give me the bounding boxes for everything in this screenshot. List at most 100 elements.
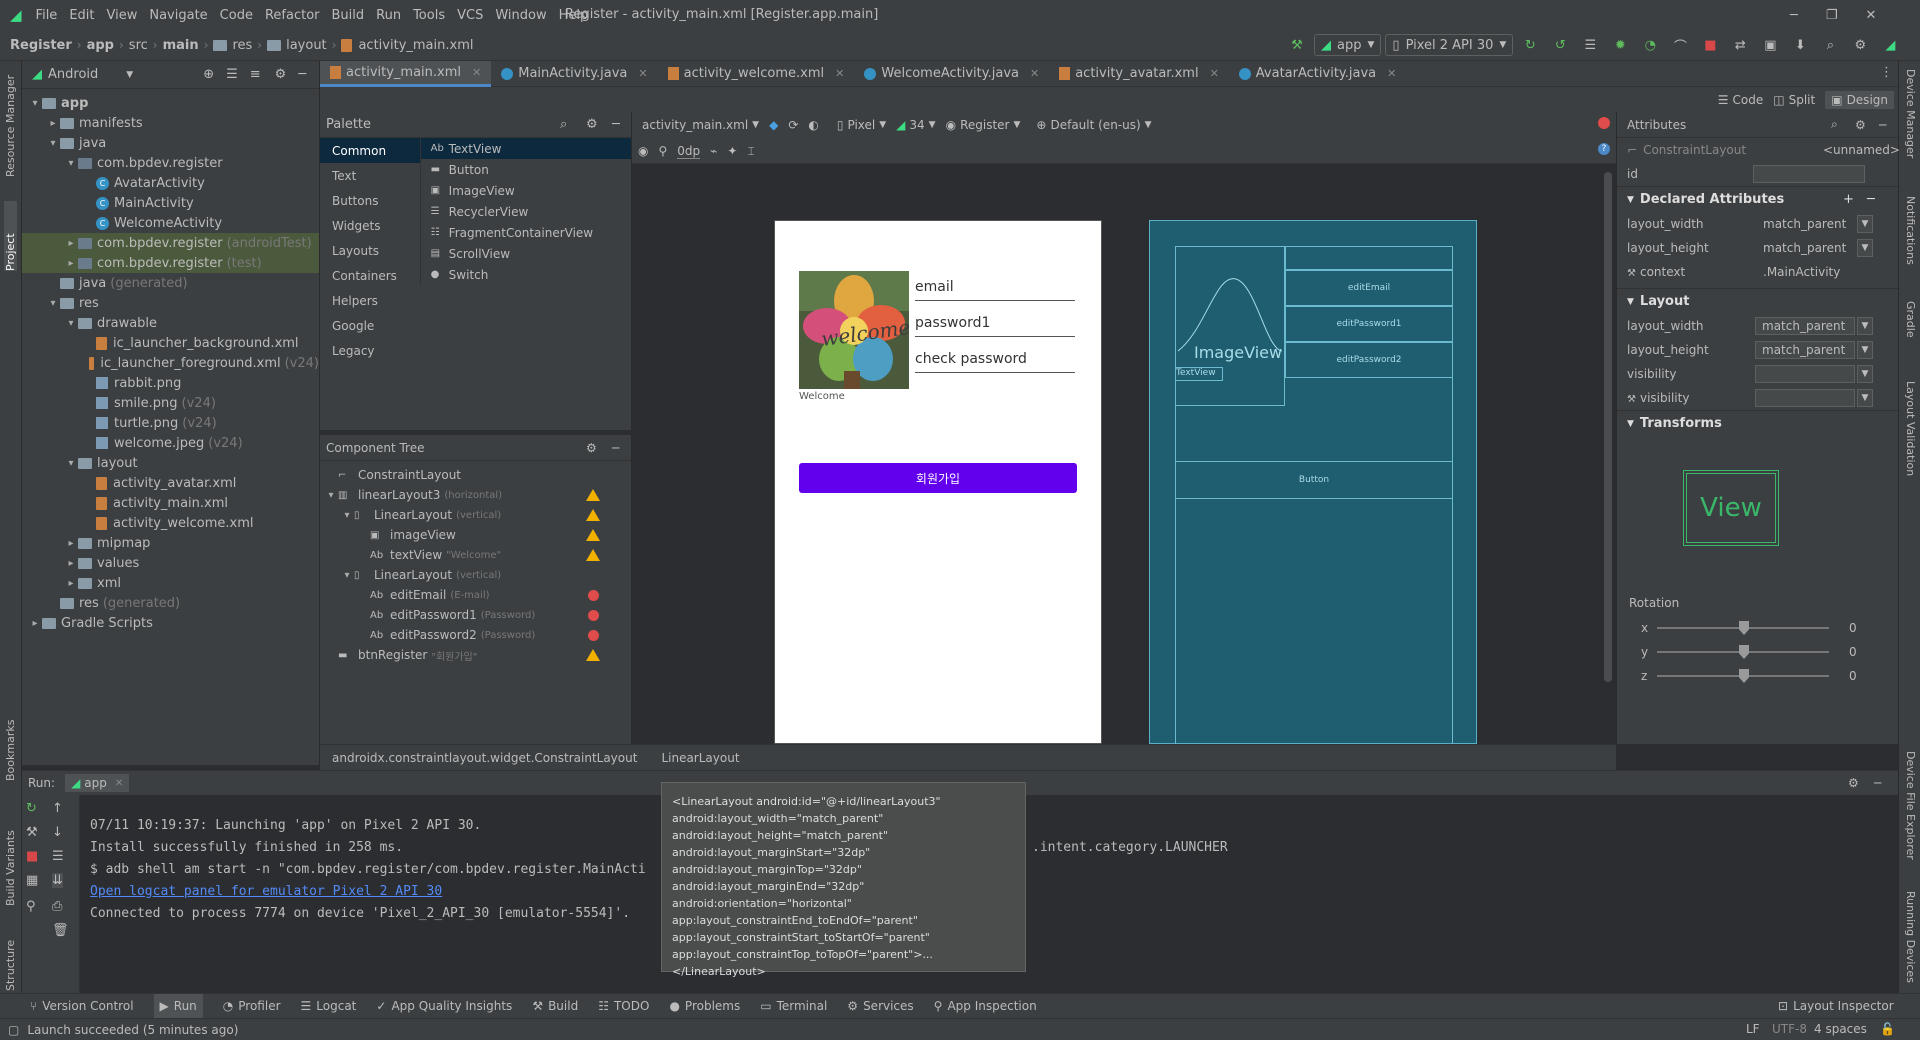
tool-app-quality-insights[interactable]: ✓ App Quality Insights [376, 999, 512, 1013]
chevron-down-icon[interactable]: ▼ [1857, 317, 1873, 335]
sdk-manager-icon[interactable]: ⬇ [1791, 36, 1809, 54]
error-icon[interactable] [588, 589, 599, 601]
tree-item[interactable]: turtle.png (v24) [22, 413, 319, 433]
soft-wrap-icon[interactable]: ☰ [52, 849, 64, 864]
attach-debugger-icon[interactable]: ⌒ [1671, 36, 1689, 55]
run-tab-app[interactable]: ◢ app ✕ [65, 774, 130, 792]
device-file-explorer-tab[interactable]: Device File Explorer [1904, 751, 1917, 881]
breadcrumb-item[interactable]: app [87, 38, 114, 53]
help-icon[interactable]: ? [1598, 143, 1610, 155]
declared-attributes-section[interactable]: ▼ Declared Attributes + ─ [1617, 186, 1898, 212]
close-icon[interactable]: ✕ [1030, 67, 1039, 80]
attribute-value-input[interactable] [1755, 365, 1855, 383]
profile-icon[interactable]: ◔ [1641, 36, 1659, 54]
theme-select[interactable]: ◉ Register ▼ [946, 118, 1021, 132]
menu-item-navigate[interactable]: Navigate [149, 8, 207, 23]
tree-item[interactable]: ▾ drawable [22, 313, 319, 333]
preview-register-button[interactable]: 회원가입 [799, 463, 1077, 493]
menu-item-vcs[interactable]: VCS [457, 8, 483, 23]
project-view-select[interactable]: Android [48, 67, 98, 82]
api-level-select[interactable]: ◢ 34 ▼ [896, 118, 935, 132]
notifications-tab[interactable]: Notifications [1904, 196, 1917, 286]
tree-item[interactable]: ▾ app [22, 93, 319, 113]
tree-item[interactable]: C WelcomeActivity [22, 213, 319, 233]
palette-category-buttons[interactable]: Buttons [320, 188, 420, 213]
tool-version-control[interactable]: ⑂ Version Control [30, 999, 134, 1013]
menu-item-run[interactable]: Run [376, 8, 401, 23]
scroll-to-end-icon[interactable]: ⇊ [52, 873, 63, 888]
sync-icon[interactable]: ⇄ [1731, 36, 1749, 54]
close-icon[interactable]: ✕ [1210, 67, 1219, 80]
warning-icon[interactable] [586, 549, 600, 561]
blueprint-editpassword1-box[interactable]: editPassword1 [1285, 306, 1453, 342]
menu-item-view[interactable]: View [107, 8, 138, 23]
menu-item-tools[interactable]: Tools [413, 8, 445, 23]
menu-item-refactor[interactable]: Refactor [265, 8, 320, 23]
blueprint-editpassword2-box[interactable]: editPassword2 [1285, 342, 1453, 378]
tree-item[interactable]: C AvatarActivity [22, 173, 319, 193]
phone-preview[interactable]: welcome Welcome email password1 check pa… [774, 220, 1102, 744]
tree-item[interactable]: ▸ Gradle Scripts [22, 613, 319, 633]
preview-email-field[interactable]: email [915, 279, 1075, 301]
trash-icon[interactable]: 🗑 [52, 923, 69, 938]
indent-setting[interactable]: 4 spaces [1814, 1022, 1867, 1036]
palette-item-switch[interactable]: ● Switch [421, 264, 631, 285]
warning-icon[interactable] [586, 649, 600, 661]
stop-icon[interactable]: ■ [26, 849, 38, 864]
rerun-icon[interactable]: ↻ [26, 801, 37, 816]
tree-item[interactable]: smile.png (v24) [22, 393, 319, 413]
tree-item[interactable]: ic_launcher_foreground.xml (v24) [22, 353, 319, 373]
tree-item[interactable]: ▾ java [22, 133, 319, 153]
device-preview-select[interactable]: ▯ Pixel ▼ [837, 118, 886, 132]
print-icon[interactable]: ⎙ [52, 899, 62, 914]
error-icon[interactable] [1598, 117, 1610, 129]
device-select[interactable]: ▯ Pixel 2 API 30 ▼ [1385, 34, 1514, 56]
attribute-value-input[interactable]: match_parent [1755, 317, 1855, 335]
slider-thumb[interactable] [1739, 669, 1749, 683]
coverage-icon[interactable]: ☰ [1581, 36, 1599, 54]
breadcrumb-item[interactable]: main [163, 38, 199, 53]
tree-item[interactable]: res (generated) [22, 593, 319, 613]
component-tree-item[interactable]: ▬ btnRegister "회원가입" [320, 645, 631, 665]
breadcrumb-linearlayout[interactable]: LinearLayout [661, 751, 739, 765]
orientation-icon[interactable]: ⟳ [788, 118, 798, 132]
tree-item[interactable]: activity_welcome.xml [22, 513, 319, 533]
palette-category-widgets[interactable]: Widgets [320, 213, 420, 238]
remove-attribute-icon[interactable]: ─ [1867, 192, 1875, 207]
minimize-icon[interactable]: ─ [1790, 8, 1798, 23]
tree-item[interactable]: C MainActivity [22, 193, 319, 213]
build-variants-tab[interactable]: Build Variants [4, 806, 17, 906]
chevron-down-icon[interactable]: ▼ [126, 70, 133, 80]
gear-icon[interactable]: ⚙ [586, 441, 597, 455]
tool-app-inspection[interactable]: ⚲ App Inspection [934, 999, 1037, 1013]
scroll-up-icon[interactable]: ↑ [52, 801, 63, 816]
component-tree-item[interactable]: Ab editPassword2 (Password) [320, 625, 631, 645]
palette-category-legacy[interactable]: Legacy [320, 338, 420, 363]
attribute-value-input[interactable] [1755, 389, 1855, 407]
menu-item-code[interactable]: Code [220, 8, 253, 23]
blueprint-image-box[interactable]: ImageView [1175, 246, 1285, 406]
settings-icon[interactable]: ⚙ [1851, 36, 1869, 54]
preview-password1-field[interactable]: password1 [915, 315, 1075, 337]
chevron-down-icon[interactable]: ▼ [1857, 239, 1873, 257]
close-icon[interactable]: ✕ [638, 67, 647, 80]
palette-category-layouts[interactable]: Layouts [320, 238, 420, 263]
menu-item-file[interactable]: File [36, 8, 58, 23]
blueprint-editemail-box[interactable]: editEmail [1285, 270, 1453, 306]
tree-item[interactable]: ▸ manifests [22, 113, 319, 133]
target-icon[interactable]: ⊕ [203, 67, 214, 82]
search-icon[interactable]: ⌕ [1831, 117, 1838, 132]
tab-welcomeactivity-java[interactable]: WelcomeActivity.java ✕ [854, 61, 1049, 87]
tree-item[interactable]: java (generated) [22, 273, 319, 293]
layout-section[interactable]: ▼ Layout [1617, 288, 1898, 314]
palette-category-google[interactable]: Google [320, 313, 420, 338]
tree-item[interactable]: ▸ mipmap [22, 533, 319, 553]
close-icon[interactable]: ✕ [1865, 8, 1876, 23]
collapse-all-icon[interactable]: ☰ [226, 67, 238, 82]
menu-item-edit[interactable]: Edit [69, 8, 94, 23]
tool-terminal[interactable]: ▭ Terminal [760, 999, 827, 1013]
clear-constraints-icon[interactable]: ⌁ [710, 144, 717, 158]
menu-item-window[interactable]: Window [495, 8, 546, 23]
component-tree-item[interactable]: ▾ ▯ LinearLayout (vertical) [320, 565, 631, 585]
tree-item[interactable]: ▾ com.bpdev.register [22, 153, 319, 173]
